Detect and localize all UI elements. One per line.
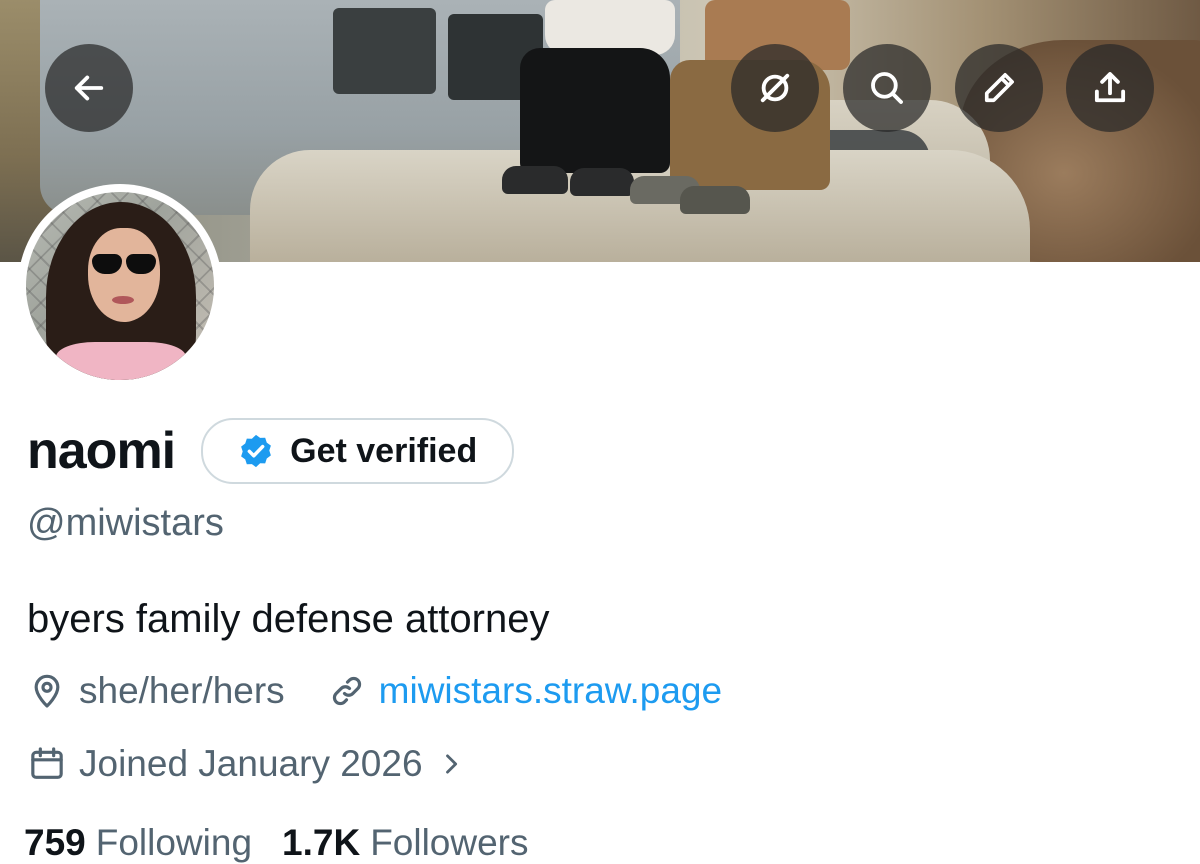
website-link[interactable]: miwistars.straw.page: [379, 670, 722, 712]
search-button[interactable]: [843, 44, 931, 132]
calendar-icon: [31, 747, 63, 779]
profile-meta-row: she/her/hers miwistars.straw.page: [27, 670, 722, 712]
banner-person: [502, 0, 680, 196]
share-button[interactable]: [1066, 44, 1154, 132]
edit-button[interactable]: [955, 44, 1043, 132]
link-icon: [332, 676, 361, 706]
location-text: she/her/hers: [79, 670, 285, 711]
pencil-icon: [984, 73, 1014, 103]
joined-date-row[interactable]: Joined January 2026: [27, 743, 465, 785]
followers-count: 1.7K: [282, 822, 361, 863]
avatar[interactable]: [26, 192, 214, 380]
bio-text: byers family defense attorney: [27, 597, 550, 641]
following-count: 759: [24, 822, 86, 863]
following-label: Following: [95, 822, 253, 863]
avatar-container[interactable]: [18, 184, 222, 388]
joined-date-text: Joined January 2026: [79, 743, 423, 784]
arrow-left-icon: [74, 75, 104, 101]
grok-button[interactable]: [731, 44, 819, 132]
get-verified-button[interactable]: Get verified: [201, 418, 515, 484]
user-handle: @miwistars: [27, 502, 224, 544]
van-window: [333, 8, 436, 94]
search-icon: [871, 72, 903, 104]
display-name: naomi: [27, 422, 176, 480]
share-icon: [1094, 72, 1126, 103]
followers-label: Followers: [370, 822, 529, 863]
location-pin-icon: [34, 674, 60, 708]
followers-link[interactable]: 1.7K Followers: [282, 822, 528, 864]
follow-stats: 759 Following 1.7K Followers: [24, 822, 529, 864]
verified-badge-icon: [241, 434, 272, 468]
name-row: naomi Get verified: [27, 418, 515, 484]
back-button[interactable]: [45, 44, 133, 132]
grok-icon: [760, 73, 790, 103]
chevron-right-icon: [445, 754, 457, 774]
following-link[interactable]: 759 Following: [24, 822, 252, 864]
get-verified-label: Get verified: [290, 431, 478, 470]
